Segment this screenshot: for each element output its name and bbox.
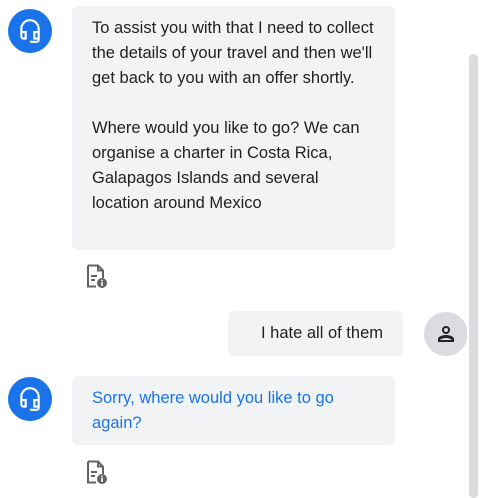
document-info-button[interactable] (82, 458, 110, 486)
user-message-bubble: I hate all of them (228, 311, 403, 356)
scrollbar-thumb[interactable] (469, 54, 478, 498)
document-info-icon (87, 264, 107, 288)
chat-page: To assist you with that I need to collec… (0, 0, 483, 498)
agent-avatar (8, 9, 52, 53)
agent-avatar (8, 377, 52, 421)
agent-message-bubble: Sorry, where would you like to go again? (72, 376, 395, 445)
document-info-icon (87, 460, 107, 484)
agent-message-paragraph: To assist you with that I need to collec… (92, 19, 379, 87)
agent-message-bubble: To assist you with that I need to collec… (72, 6, 395, 250)
headset-icon (20, 19, 40, 43)
headset-icon (20, 387, 40, 411)
person-icon (438, 326, 454, 342)
document-info-button[interactable] (82, 262, 110, 290)
user-avatar (424, 312, 468, 356)
agent-message-paragraph: Where would you like to go? We can organ… (92, 119, 365, 212)
agent-message-paragraph: Sorry, where would you like to go again? (92, 389, 339, 432)
user-message-text: I hate all of them (261, 324, 383, 342)
